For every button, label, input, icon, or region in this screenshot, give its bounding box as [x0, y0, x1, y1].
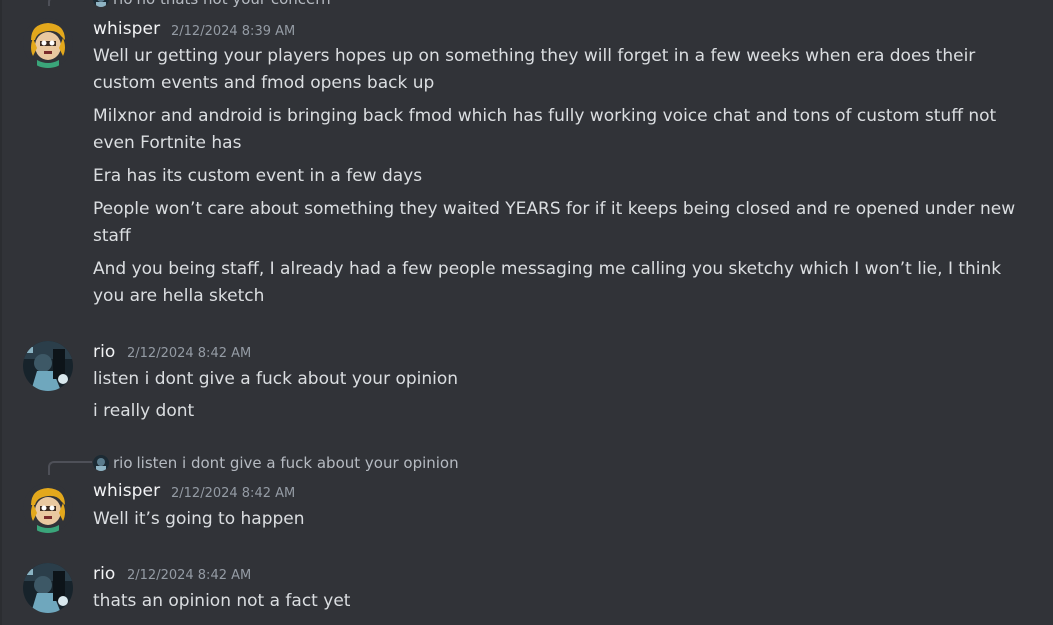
- reply-text[interactable]: no thats not your concern: [137, 0, 331, 8]
- timestamp[interactable]: 2/12/2024 8:42 AM: [127, 568, 251, 583]
- username[interactable]: whisper: [93, 481, 160, 501]
- timestamp[interactable]: 2/12/2024 8:42 AM: [171, 486, 295, 501]
- timestamp[interactable]: 2/12/2024 8:42 AM: [127, 346, 251, 361]
- message-text: Well it’s going to happen: [93, 509, 305, 529]
- username[interactable]: rio: [93, 342, 115, 362]
- username[interactable]: whisper: [93, 19, 160, 39]
- reply-snippet[interactable]: rio no thats not your concern: [93, 0, 331, 8]
- reply-avatar-rio: [93, 0, 109, 7]
- avatar-whisper[interactable]: [23, 18, 73, 68]
- avatar-whisper[interactable]: [23, 483, 73, 533]
- avatar-rio[interactable]: [23, 341, 73, 391]
- reply-snippet[interactable]: rio listen i dont give a fuck about your…: [93, 454, 459, 472]
- message-text: Era has its custom event in a few days: [93, 166, 423, 186]
- message-text: And you being staff, I already had a few…: [93, 259, 1002, 306]
- reply-connector: [48, 461, 92, 475]
- username[interactable]: rio: [93, 564, 115, 584]
- reply-connector: [48, 0, 92, 6]
- timestamp[interactable]: 2/12/2024 8:39 AM: [171, 24, 295, 39]
- message-text: listen i dont give a fuck about your opi…: [93, 369, 459, 389]
- message-text: People won’t care about something they w…: [93, 199, 1016, 246]
- left-divider: [0, 0, 2, 625]
- message-text: Well ur getting your players hopes up on…: [93, 46, 976, 93]
- reply-text[interactable]: listen i dont give a fuck about your opi…: [137, 454, 459, 472]
- message-text: thats an opinion not a fact yet: [93, 591, 351, 611]
- message-text: i really dont: [93, 401, 195, 421]
- avatar-rio[interactable]: [23, 563, 73, 613]
- reply-author[interactable]: rio: [113, 454, 133, 472]
- chat-window: rio no thats not your concern whisper 2/…: [0, 0, 1053, 625]
- reply-author[interactable]: rio: [113, 0, 133, 8]
- reply-avatar-rio: [93, 455, 109, 471]
- message-text: Milxnor and android is bringing back fmo…: [93, 106, 997, 153]
